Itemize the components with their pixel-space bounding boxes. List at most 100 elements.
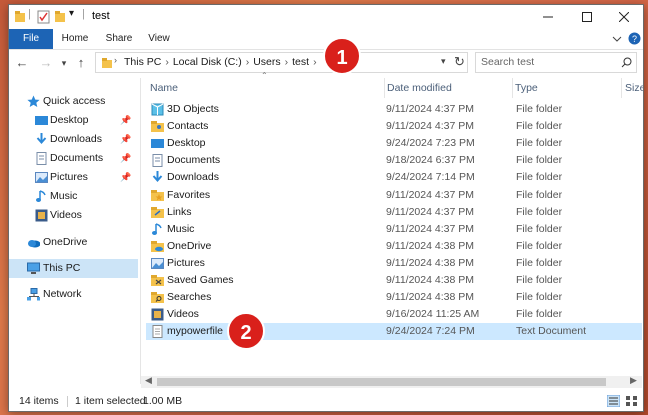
file-name: Links — [167, 205, 192, 218]
forward-button[interactable]: → — [38, 55, 54, 71]
close-icon — [619, 12, 629, 22]
address-bar[interactable]: › This PC › Local Disk (C:) › Users › test › ▾ … — [95, 52, 468, 73]
crumb-test[interactable]: test — [292, 56, 309, 68]
file-row[interactable]: Pictures 9/11/2024 4:38 PM File folder — [146, 255, 642, 272]
folder-icon — [15, 11, 25, 22]
searches-icon — [151, 292, 164, 304]
search-box[interactable]: Search test — [475, 52, 637, 73]
file-row[interactable]: Desktop 9/24/2024 7:23 PM File folder — [146, 135, 642, 152]
file-row[interactable]: 3D Objects 9/11/2024 4:37 PM File folder — [146, 101, 642, 118]
address-dropdown-icon[interactable]: ▾ — [441, 56, 446, 67]
file-row[interactable]: Downloads 9/24/2024 7:14 PM File folder — [146, 169, 642, 186]
scroll-right-icon[interactable]: ▶ — [630, 375, 637, 386]
music-icon — [152, 222, 162, 235]
search-input[interactable]: Search test — [481, 56, 534, 68]
crumb-this-pc[interactable]: This PC — [124, 56, 161, 68]
nav-label: This PC — [43, 262, 81, 274]
selection-size: 1.00 MB — [143, 395, 183, 407]
large-icons-view-icon[interactable] — [625, 395, 638, 407]
file-date: 9/11/2024 4:38 PM — [386, 239, 474, 252]
breadcrumb-chevron-icon: › — [114, 55, 117, 65]
nav-network[interactable]: Network — [9, 285, 138, 304]
file-date: 9/24/2024 7:23 PM — [386, 137, 475, 150]
customize-quick-access-icon[interactable]: ▾ — [69, 8, 74, 22]
details-view-icon[interactable] — [607, 395, 620, 407]
network-icon — [27, 288, 40, 301]
nav-item-documents[interactable]: Documents 📌 — [9, 149, 138, 168]
tab-share[interactable]: Share — [101, 29, 137, 49]
pictures-icon — [151, 257, 164, 269]
up-button[interactable]: ↑ — [73, 55, 89, 71]
nav-label: Desktop — [50, 114, 89, 126]
file-name: Pictures — [167, 256, 205, 269]
tab-home[interactable]: Home — [57, 29, 93, 49]
file-row[interactable]: Saved Games 9/11/2024 4:38 PM File folder — [146, 272, 642, 289]
back-button[interactable]: ← — [14, 55, 30, 71]
file-row[interactable]: Links 9/11/2024 4:37 PM File folder — [146, 204, 642, 221]
recent-locations-button[interactable]: ▾ — [56, 55, 72, 71]
file-row[interactable]: Documents 9/18/2024 6:37 PM File folder — [146, 152, 642, 169]
onedrive-icon — [28, 240, 40, 248]
help-icon[interactable]: ? — [628, 32, 641, 45]
callout-badge-1: 1 — [323, 37, 361, 75]
saved-games-icon — [151, 275, 164, 286]
file-type: File folder — [516, 256, 563, 269]
file-row[interactable]: Videos 9/16/2024 11:25 AM File folder — [146, 306, 642, 323]
file-row[interactable]: Favorites 9/11/2024 4:37 PM File folder — [146, 187, 642, 204]
file-name: OneDrive — [167, 239, 212, 252]
column-header-type[interactable]: Type — [515, 78, 538, 98]
breadcrumb-chevron-icon: › — [284, 56, 289, 68]
nav-item-music[interactable]: Music — [9, 187, 138, 206]
nav-label: OneDrive — [43, 236, 88, 248]
nav-item-downloads[interactable]: Downloads 📌 — [9, 130, 138, 149]
column-header-date[interactable]: Date modified — [387, 78, 452, 98]
onedrive-icon — [151, 240, 164, 252]
callout-badge-2: 2 — [227, 312, 265, 350]
nav-item-videos[interactable]: Videos — [9, 206, 138, 225]
column-divider[interactable] — [384, 78, 385, 98]
close-button[interactable] — [607, 5, 641, 29]
file-row[interactable]: Searches 9/11/2024 4:38 PM File folder — [146, 289, 642, 306]
file-date: 9/11/2024 4:37 PM — [386, 120, 474, 133]
file-date: 9/16/2024 11:25 AM — [386, 308, 480, 321]
column-header-size[interactable]: Size — [625, 78, 643, 98]
file-row[interactable]: OneDrive 9/11/2024 4:38 PM File folder — [146, 238, 642, 255]
file-name: Searches — [167, 291, 212, 304]
crumb-local-disk[interactable]: Local Disk (C:) — [173, 56, 242, 68]
horizontal-scrollbar[interactable]: ◀ ▶ — [141, 375, 642, 388]
file-date: 9/11/2024 4:38 PM — [386, 256, 474, 269]
column-divider[interactable] — [621, 78, 622, 98]
folder-icon — [102, 58, 112, 68]
scroll-left-icon[interactable]: ◀ — [145, 375, 152, 386]
new-folder-icon[interactable] — [55, 10, 65, 24]
refresh-icon[interactable]: ↻ — [454, 54, 465, 70]
nav-item-pictures[interactable]: Pictures 📌 — [9, 168, 138, 187]
nav-item-desktop[interactable]: Desktop 📌 — [9, 111, 138, 130]
tab-file[interactable]: File — [9, 29, 53, 49]
column-header-name[interactable]: Name — [150, 78, 178, 98]
file-date: 9/11/2024 4:37 PM — [386, 205, 474, 218]
expand-ribbon-icon[interactable] — [612, 35, 622, 43]
nav-this-pc[interactable]: This PC — [9, 259, 138, 278]
nav-quick-access[interactable]: Quick access — [9, 92, 138, 111]
file-type: File folder — [516, 291, 563, 304]
text-document-icon — [152, 325, 163, 339]
file-name: Favorites — [167, 188, 211, 201]
file-row[interactable]: Contacts 9/11/2024 4:37 PM File folder — [146, 118, 642, 135]
file-row[interactable]: Music 9/11/2024 4:37 PM File folder — [146, 221, 642, 238]
nav-onedrive[interactable]: OneDrive — [9, 233, 138, 252]
file-row[interactable]: mypowerfile 9/24/2024 7:24 PM Text Documen… — [146, 323, 642, 341]
breadcrumb-chevron-icon: › — [165, 56, 169, 68]
minimize-button[interactable] — [531, 5, 565, 29]
column-divider[interactable] — [512, 78, 513, 98]
file-type: File folder — [516, 239, 563, 252]
file-date: 9/11/2024 4:37 PM — [386, 222, 474, 235]
scrollbar-thumb[interactable] — [157, 378, 606, 386]
tab-view[interactable]: View — [143, 29, 175, 49]
pane-divider[interactable] — [140, 78, 141, 384]
properties-icon[interactable] — [37, 10, 50, 24]
file-type: File folder — [516, 188, 563, 201]
crumb-users[interactable]: Users — [253, 56, 280, 68]
sort-ascending-icon: ⌃ — [261, 71, 268, 80]
maximize-button[interactable] — [570, 5, 604, 29]
